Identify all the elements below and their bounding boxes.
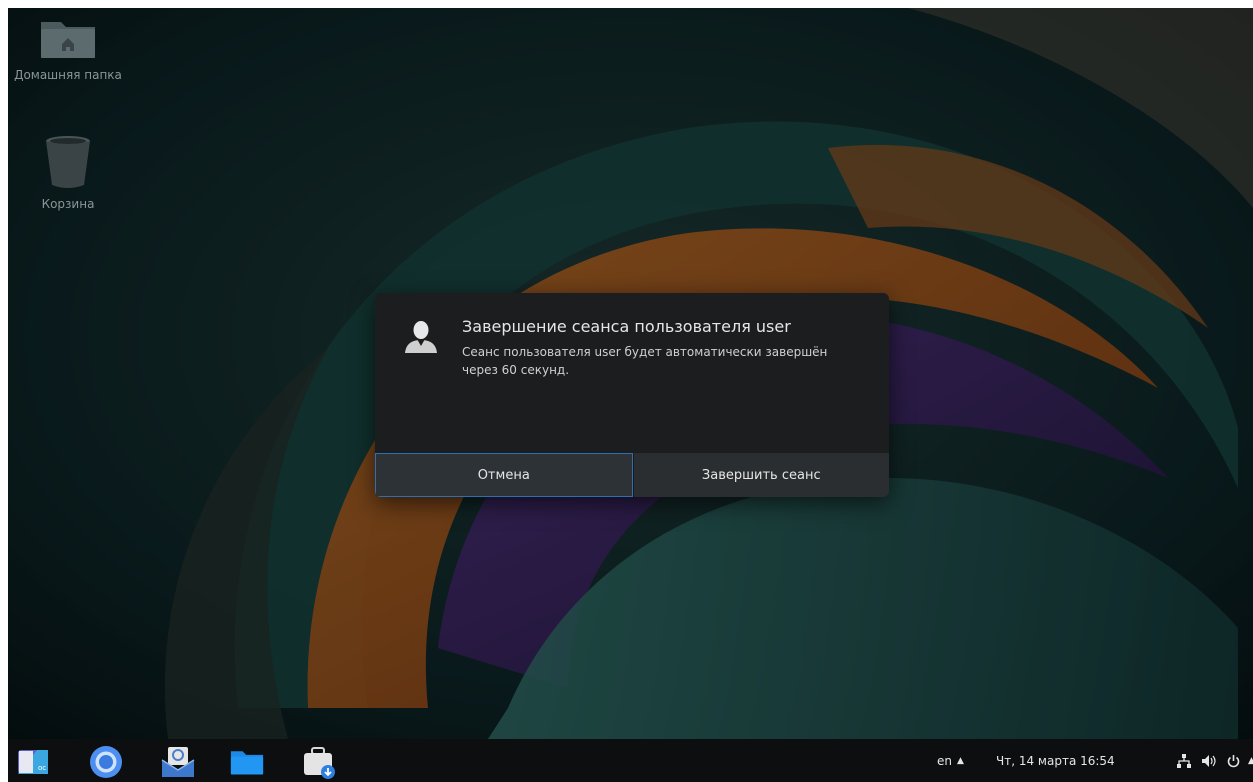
cancel-button[interactable]: Отмена <box>375 453 633 497</box>
user-avatar-icon <box>405 321 437 353</box>
desktop-icon-trash[interactable]: Корзина <box>8 133 134 211</box>
clock-datetime: Чт, 14 марта 16:54 <box>996 753 1115 768</box>
taskbar-app-office[interactable]: oc <box>16 745 50 779</box>
taskbar-app-installer[interactable] <box>302 745 336 779</box>
power-icon[interactable] <box>1227 754 1240 768</box>
dialog-buttons: Отмена Завершить сеанс <box>375 453 889 497</box>
keyboard-layout-label: en <box>937 753 952 768</box>
trash-icon <box>46 136 90 188</box>
desktop-icon-home-folder[interactable]: Домашняя папка <box>8 16 134 82</box>
desktop-icon-label: Корзина <box>41 197 95 211</box>
network-icon[interactable] <box>1177 753 1191 768</box>
tray-expand-icon[interactable]: ▲ <box>1248 756 1253 766</box>
svg-text:oc: oc <box>38 764 46 772</box>
office-suite-icon: oc <box>18 750 48 774</box>
taskbar-app-files[interactable] <box>230 745 264 779</box>
desktop-icon-label: Домашняя папка <box>14 68 122 82</box>
software-installer-icon <box>304 747 335 779</box>
keyboard-layout-indicator[interactable]: en ▲ <box>937 739 964 782</box>
logout-dialog: Завершение сеанса пользователя user Сеан… <box>375 293 889 497</box>
desktop-screen: Домашняя папка Корзина Завершение сеанса… <box>8 8 1253 782</box>
clock[interactable]: Чт, 14 марта 16:54 <box>996 739 1115 782</box>
system-tray: ▲ <box>1177 739 1253 782</box>
chevron-up-icon: ▲ <box>957 755 964 766</box>
dialog-message: Сеанс пользователя user будет автоматиче… <box>462 345 828 377</box>
taskbar: oc en ▲ Чт, 14 марта 16:54 ▲ <box>8 739 1253 782</box>
browser-icon <box>90 746 122 778</box>
dialog-title: Завершение сеанса пользователя user <box>462 317 791 336</box>
file-manager-icon <box>230 751 264 775</box>
home-folder-icon <box>41 22 95 58</box>
taskbar-app-browser[interactable] <box>89 745 123 779</box>
taskbar-app-mail[interactable] <box>161 745 195 779</box>
volume-icon[interactable] <box>1201 754 1217 768</box>
mail-client-icon <box>161 747 195 777</box>
logout-button[interactable]: Завершить сеанс <box>632 453 890 497</box>
